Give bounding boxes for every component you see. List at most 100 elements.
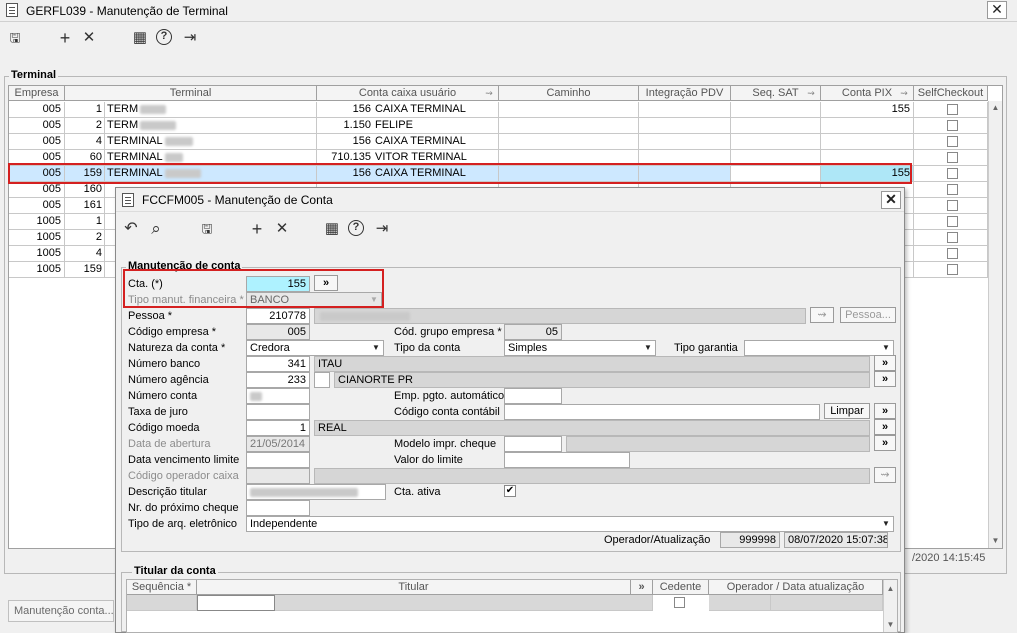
- cell-integracao-pdv[interactable]: [639, 166, 731, 182]
- calendar-icon[interactable]: ▦: [323, 220, 341, 238]
- cell-terminal[interactable]: 2 TERM: [65, 118, 317, 134]
- selfcheckout-checkbox[interactable]: [947, 232, 958, 243]
- titular-col-titular[interactable]: Titular: [197, 580, 631, 595]
- cell-empresa[interactable]: 1005: [9, 214, 65, 230]
- col-header-empresa[interactable]: Empresa: [9, 86, 65, 101]
- cod-contabil-field[interactable]: [504, 404, 820, 420]
- taskbar-item-manutencao-conta[interactable]: Manutenção conta...: [8, 600, 114, 622]
- delete-icon[interactable]: ✕: [273, 220, 291, 238]
- chevron-down-icon[interactable]: ▼: [880, 342, 892, 354]
- help-icon[interactable]: ?: [348, 220, 364, 236]
- exit-icon[interactable]: ⇥: [181, 29, 199, 47]
- chevron-down-icon[interactable]: ▼: [880, 518, 892, 530]
- chevron-down-icon[interactable]: ▼: [370, 342, 382, 354]
- chevron-down-icon[interactable]: ▼: [642, 342, 654, 354]
- help-icon[interactable]: ?: [156, 29, 172, 45]
- sort-icon[interactable]: ⇝: [897, 87, 911, 99]
- selfcheckout-checkbox[interactable]: [947, 136, 958, 147]
- titular-col-sequencia[interactable]: Sequência *: [127, 580, 197, 595]
- pessoa-lookup-icon[interactable]: ⇝: [810, 307, 834, 323]
- cell-seq-sat[interactable]: [731, 102, 821, 118]
- cell-conta-caixa[interactable]: 710.135 VITOR TERMINAL: [317, 150, 499, 166]
- search-icon[interactable]: ⌕: [147, 220, 165, 238]
- scroll-down-icon[interactable]: ▼: [989, 534, 1002, 547]
- cell-conta-pix[interactable]: [821, 134, 914, 150]
- cta-ativa-checkbox[interactable]: ✔: [504, 485, 516, 497]
- cell-conta-pix[interactable]: [821, 118, 914, 134]
- emp-pgto-field[interactable]: [504, 388, 562, 404]
- selfcheckout-checkbox[interactable]: [947, 184, 958, 195]
- titular-sequencia-cell[interactable]: [127, 595, 197, 611]
- tipo-manut-select[interactable]: BANCO ▼: [246, 292, 382, 308]
- selfcheckout-checkbox[interactable]: [947, 264, 958, 275]
- pessoa-button[interactable]: Pessoa...: [840, 307, 896, 323]
- save-icon[interactable]: 🖫: [6, 29, 24, 47]
- banco-lookup-button[interactable]: »: [874, 355, 896, 371]
- cell-empresa[interactable]: 005: [9, 134, 65, 150]
- cell-empresa[interactable]: 1005: [9, 246, 65, 262]
- natureza-select[interactable]: Credora ▼: [246, 340, 384, 356]
- cell-caminho[interactable]: [499, 166, 639, 182]
- selfcheckout-checkbox[interactable]: [947, 248, 958, 259]
- cell-caminho[interactable]: [499, 118, 639, 134]
- sort-icon[interactable]: ⇝: [804, 87, 818, 99]
- titular-lookup-icon[interactable]: »: [631, 580, 653, 595]
- cell-conta-caixa[interactable]: 1.150 FELIPE: [317, 118, 499, 134]
- cell-empresa[interactable]: 005: [9, 198, 65, 214]
- cell-integracao-pdv[interactable]: [639, 134, 731, 150]
- col-header-caminho[interactable]: Caminho: [499, 86, 639, 101]
- selfcheckout-checkbox[interactable]: [947, 200, 958, 211]
- calendar-icon[interactable]: ▦: [131, 29, 149, 47]
- limpar-button[interactable]: Limpar: [824, 403, 870, 419]
- delete-icon[interactable]: ✕: [80, 29, 98, 47]
- num-agencia-field[interactable]: 233: [246, 372, 310, 388]
- valor-limite-field[interactable]: [504, 452, 630, 468]
- cell-conta-caixa[interactable]: 156 CAIXA TERMINAL: [317, 134, 499, 150]
- proximo-cheque-field[interactable]: [246, 500, 310, 516]
- cell-conta-caixa[interactable]: 156 CAIXA TERMINAL: [317, 166, 499, 182]
- cell-conta-pix[interactable]: 155: [821, 166, 914, 182]
- cell-caminho[interactable]: [499, 150, 639, 166]
- cell-conta-caixa[interactable]: 156 CAIXA TERMINAL: [317, 102, 499, 118]
- cta-field[interactable]: 155: [246, 276, 310, 292]
- tipo-conta-select[interactable]: Simples ▼: [504, 340, 656, 356]
- selfcheckout-checkbox[interactable]: [947, 104, 958, 115]
- cell-caminho[interactable]: [499, 134, 639, 150]
- operador-lookup-icon[interactable]: ⇝: [874, 467, 896, 483]
- modelo-cheque-field[interactable]: [504, 436, 562, 452]
- scroll-up-icon[interactable]: ▲: [884, 582, 897, 595]
- selfcheckout-checkbox[interactable]: [947, 152, 958, 163]
- selfcheckout-checkbox[interactable]: [947, 216, 958, 227]
- dialog-close-button[interactable]: ✕: [881, 191, 901, 209]
- cell-caminho[interactable]: [499, 102, 639, 118]
- scroll-up-icon[interactable]: ▲: [989, 101, 1002, 114]
- col-header-terminal[interactable]: Terminal: [65, 86, 317, 101]
- scroll-down-icon[interactable]: ▼: [884, 618, 897, 631]
- data-venc-field[interactable]: [246, 452, 310, 468]
- undo-icon[interactable]: ↶: [122, 220, 140, 238]
- cell-integracao-pdv[interactable]: [639, 150, 731, 166]
- contabil-lookup-button[interactable]: »: [874, 403, 896, 419]
- selfcheckout-checkbox[interactable]: [947, 168, 958, 179]
- col-header-selfcheckout[interactable]: SelfCheckout: [914, 86, 988, 101]
- cell-seq-sat[interactable]: [731, 134, 821, 150]
- cedente-checkbox[interactable]: [674, 597, 685, 608]
- selfcheckout-checkbox[interactable]: [947, 120, 958, 131]
- add-icon[interactable]: +: [248, 220, 266, 238]
- save-icon[interactable]: 🖫: [198, 220, 216, 238]
- cod-moeda-field[interactable]: 1: [246, 420, 310, 436]
- cell-seq-sat[interactable]: [731, 118, 821, 134]
- add-icon[interactable]: +: [56, 29, 74, 47]
- chevron-down-icon[interactable]: ▼: [368, 294, 380, 306]
- cell-terminal[interactable]: 4 TERMINAL: [65, 134, 317, 150]
- cell-terminal[interactable]: 159 TERMINAL: [65, 166, 317, 182]
- titular-edit-cell[interactable]: [197, 595, 275, 611]
- cell-terminal[interactable]: 1 TERM: [65, 102, 317, 118]
- col-header-conta-caixa[interactable]: Conta caixa usuário ⇝: [317, 86, 499, 101]
- agencia-lookup-button[interactable]: »: [874, 371, 896, 387]
- modelo-cheque-lookup-button[interactable]: »: [874, 435, 896, 451]
- cell-seq-sat[interactable]: [731, 150, 821, 166]
- cell-empresa[interactable]: 1005: [9, 262, 65, 278]
- col-header-conta-pix[interactable]: Conta PIX ⇝: [821, 86, 914, 101]
- cell-seq-sat[interactable]: [731, 166, 821, 182]
